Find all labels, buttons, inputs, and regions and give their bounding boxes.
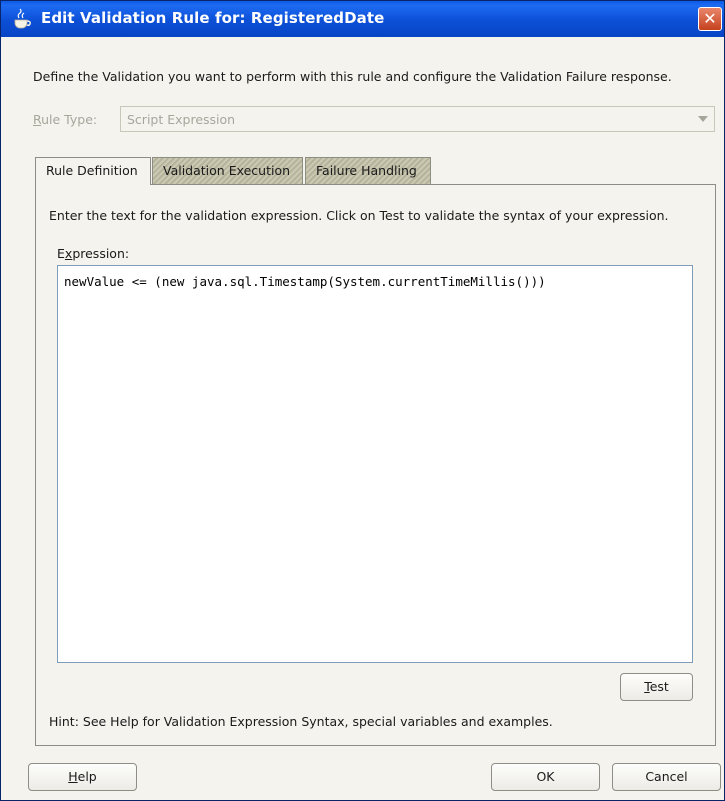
hint-text: Hint: See Help for Validation Expression… — [49, 714, 553, 729]
expression-value: newValue <= (new java.sql.Timestamp(Syst… — [64, 274, 546, 289]
expression-label: Expression: — [57, 246, 130, 261]
close-icon: ✕ — [703, 9, 717, 28]
rule-type-value: Script Expression — [127, 112, 236, 127]
dialog-title: Edit Validation Rule for: RegisteredDate — [41, 9, 385, 27]
rule-type-dropdown[interactable]: Script Expression — [120, 106, 715, 132]
ok-button[interactable]: OK — [491, 763, 600, 791]
rule-type-label: Rule Type: — [33, 112, 98, 127]
cancel-button[interactable]: Cancel — [612, 763, 721, 791]
tab-rule-definition[interactable]: Rule Definition — [35, 157, 151, 185]
coffee-cup-icon — [14, 8, 31, 29]
test-button[interactable]: Test — [620, 673, 693, 701]
edit-validation-rule-dialog: Edit Validation Rule for: RegisteredDate… — [0, 0, 725, 801]
instructions-text: Enter the text for the validation expres… — [49, 208, 669, 223]
expression-textarea[interactable]: newValue <= (new java.sql.Timestamp(Syst… — [57, 265, 693, 663]
tab-failure-handling[interactable]: Failure Handling — [305, 157, 431, 184]
close-button[interactable]: ✕ — [698, 7, 722, 31]
title-bar[interactable]: Edit Validation Rule for: RegisteredDate… — [1, 1, 724, 37]
help-button[interactable]: Help — [28, 763, 137, 791]
chevron-down-icon — [698, 116, 708, 122]
tab-validation-execution[interactable]: Validation Execution — [152, 157, 303, 184]
dialog-description: Define the Validation you want to perfor… — [33, 69, 672, 84]
